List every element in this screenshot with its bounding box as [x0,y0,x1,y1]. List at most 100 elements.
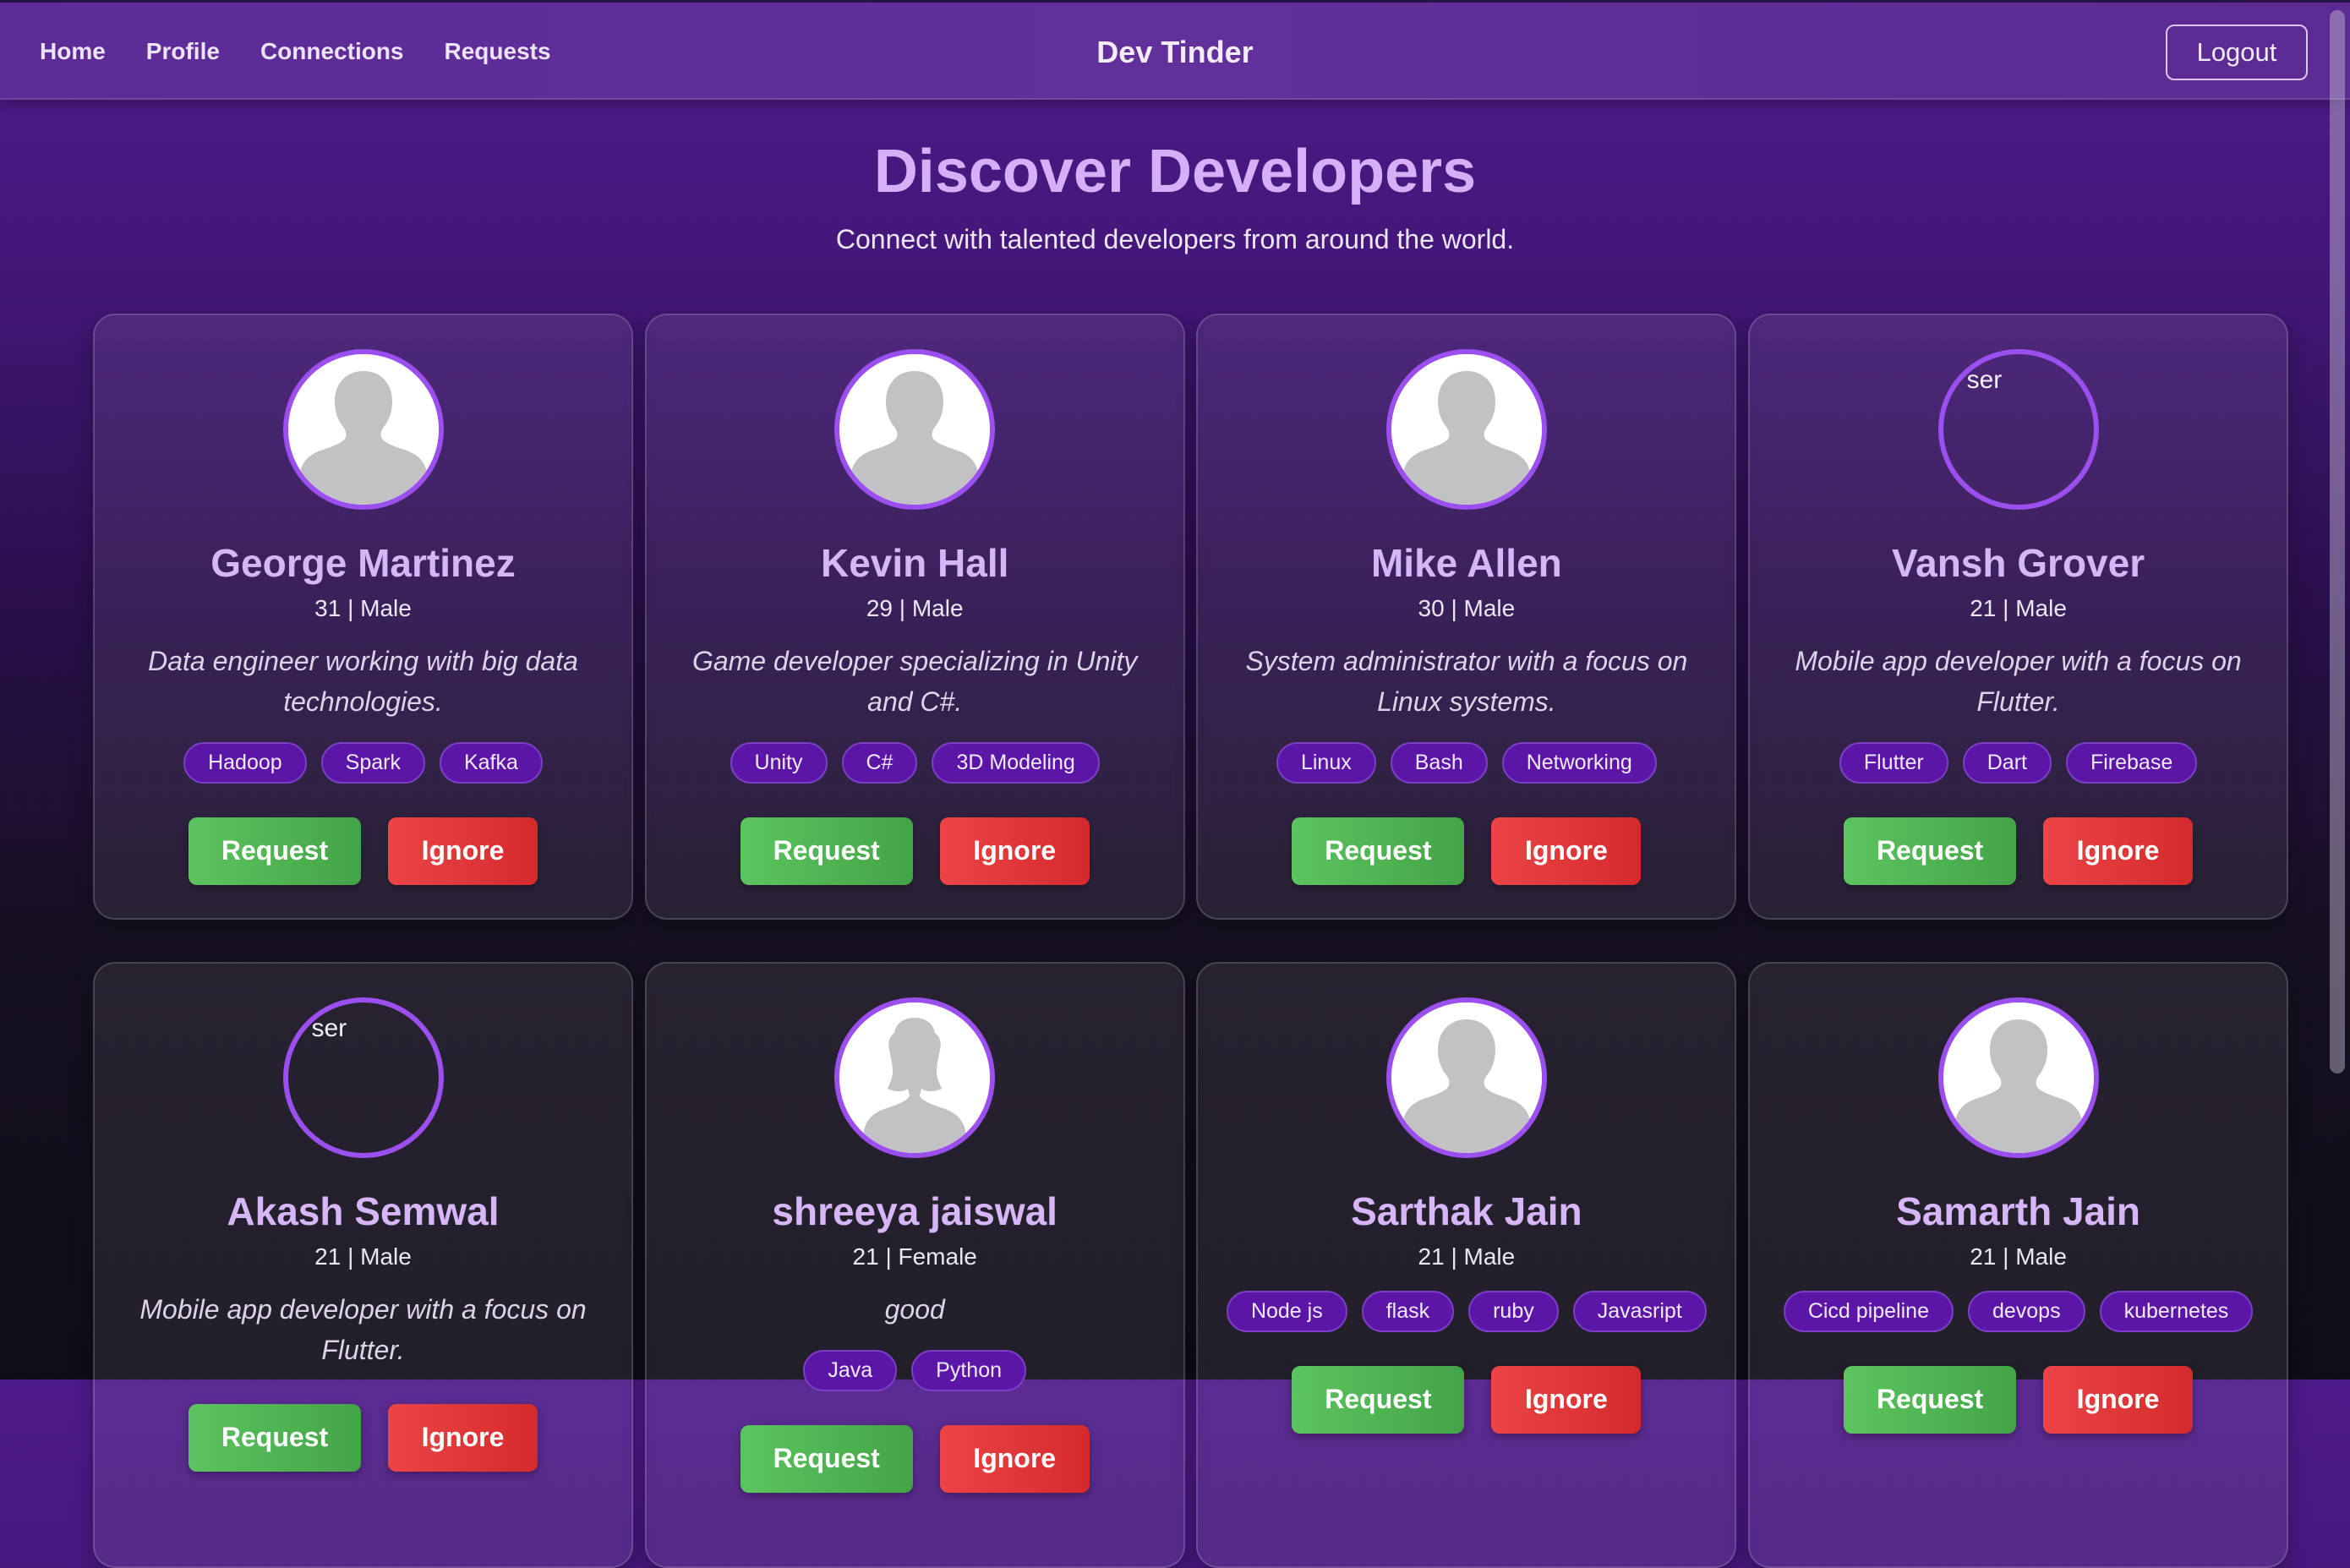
developer-age-gender: 21 | Male [1970,594,2067,621]
skill-badge: Python [911,1349,1027,1391]
avatar [834,997,996,1158]
skill-list: Java Python [647,1349,1183,1391]
request-button[interactable]: Request [1292,1365,1465,1434]
developer-bio: Data engineer working with big data tech… [148,645,578,717]
ignore-button[interactable]: Ignore [388,1403,538,1472]
card-actions: Request Ignore [647,817,1183,885]
skill-badge: Flutter [1839,741,1948,784]
developer-card: Samarth Jain 21 | Male Cicd pipeline devops… [1748,962,2289,1568]
request-button[interactable]: Request [740,1424,913,1493]
skill-list: Linux Bash Networking [1198,741,1735,784]
developer-card: ser Vansh Grover 21 | Male Mobile app devel… [1748,314,2289,920]
developer-name: Akash Semwal [227,1189,500,1233]
avatar [834,349,996,510]
skill-badge: C# [841,741,918,784]
developer-bio: good [884,1293,945,1325]
request-button[interactable]: Request [189,817,361,885]
skill-badge: Java [803,1349,898,1391]
logout-button[interactable]: Logout [2166,25,2308,80]
ignore-button[interactable]: Ignore [939,817,1090,885]
male-avatar-icon [1391,354,1542,505]
page-subtitle: Connect with talented developers from ar… [835,224,1515,254]
request-button[interactable]: Request [740,817,913,885]
avatar [1385,997,1547,1158]
nav-link-requests[interactable]: Requests [445,38,551,65]
developer-card: Mike Allen 30 | Male System administrator … [1196,314,1737,920]
developer-card: Kevin Hall 29 | Male Game developer specia… [644,314,1185,920]
developer-bio: System administrator with a focus on Lin… [1245,645,1688,717]
developer-bio: Mobile app developer with a focus on Flu… [139,1293,587,1365]
ignore-button[interactable]: Ignore [2043,817,2194,885]
request-button[interactable]: Request [1844,817,2017,885]
avatar [1385,349,1547,510]
avatar: ser [1937,349,2099,510]
developer-age-gender: 21 | Male [314,1243,412,1270]
skill-badge: Firebase [2065,741,2198,784]
developer-card: George Martinez 31 | Male Data engineer wo… [93,314,633,920]
ignore-button[interactable]: Ignore [939,1424,1090,1493]
request-button[interactable]: Request [1844,1365,2017,1434]
skill-badge: Node js [1226,1290,1347,1332]
developer-name: Sarthak Jain [1351,1189,1582,1233]
skill-list: Node js flask ruby Javasript [1198,1290,1735,1332]
skill-list: Flutter Dart Firebase [1750,741,2287,784]
card-actions: Request Ignore [95,1403,631,1472]
developer-card: Sarthak Jain 21 | Male Node js flask ruby Jav… [1196,962,1737,1568]
male-avatar-icon [1943,1003,2094,1153]
skill-badge: ruby [1468,1290,1559,1332]
request-button[interactable]: Request [189,1403,361,1472]
ignore-button[interactable]: Ignore [2043,1365,2194,1434]
page-title: Discover Developers [873,138,1477,205]
developer-name: Mike Allen [1370,541,1562,585]
developer-name: Vansh Grover [1891,541,2145,585]
card-actions: Request Ignore [1198,817,1735,885]
card-actions: Request Ignore [647,1424,1183,1493]
developer-age-gender: 21 | Female [852,1243,977,1270]
developer-bio: Game developer specializing in Unity and… [691,645,1138,717]
request-button[interactable]: Request [1292,817,1465,885]
developer-age-gender: 21 | Male [1418,1243,1516,1270]
ignore-button[interactable]: Ignore [1491,1365,1642,1434]
nav-link-profile[interactable]: Profile [146,38,220,65]
skill-list: Unity C# 3D Modeling [647,741,1183,784]
male-avatar-icon [287,354,439,505]
avatar [282,349,444,510]
avatar [1937,997,2099,1158]
nav-link-home[interactable]: Home [40,38,106,65]
developer-name: Kevin Hall [820,541,1009,585]
skill-badge: Kafka [439,741,543,784]
avatar: ser [282,997,444,1158]
skill-badge: flask [1361,1290,1455,1332]
avatar-alt-text: ser [1966,366,2003,394]
male-avatar-icon [1391,1003,1542,1153]
developer-name: George Martinez [210,541,516,585]
developer-age-gender: 30 | Male [1418,594,1516,621]
developer-name: shreeya jaiswal [772,1189,1058,1233]
skill-badge: Spark [320,741,425,784]
developer-age-gender: 29 | Male [866,594,964,621]
card-actions: Request Ignore [1750,1365,2287,1434]
developer-card: ser Akash Semwal 21 | Male Mobile app devel… [93,962,633,1568]
avatar-alt-text: ser [311,1014,347,1042]
developer-age-gender: 21 | Male [1970,1243,2067,1270]
nav-link-connections[interactable]: Connections [260,38,404,65]
skill-badge: Dart [1962,741,2052,784]
ignore-button[interactable]: Ignore [1491,817,1642,885]
skill-list: Hadoop Spark Kafka [95,741,631,784]
card-actions: Request Ignore [1198,1365,1735,1434]
nav-links: Home Profile Connections Requests [40,38,551,65]
skill-badge: Networking [1501,741,1657,784]
skill-badge: Hadoop [183,741,307,784]
skill-badge: 3D Modeling [932,741,1100,784]
developer-name: Samarth Jain [1896,1189,2141,1233]
scrollbar[interactable] [2326,0,2348,1380]
ignore-button[interactable]: Ignore [388,817,538,885]
skill-badge: Cicd pipeline [1783,1290,1954,1332]
card-actions: Request Ignore [1750,817,2287,885]
navbar: Home Profile Connections Requests Dev Ti… [0,0,2350,100]
developer-bio: Mobile app developer with a focus on Flu… [1795,645,2242,717]
developer-age-gender: 31 | Male [314,594,412,621]
skill-badge: Linux [1276,741,1376,784]
skill-badge: kubernetes [2099,1290,2254,1332]
developer-card: shreeya jaiswal 21 | Female good Java Python… [644,962,1185,1568]
